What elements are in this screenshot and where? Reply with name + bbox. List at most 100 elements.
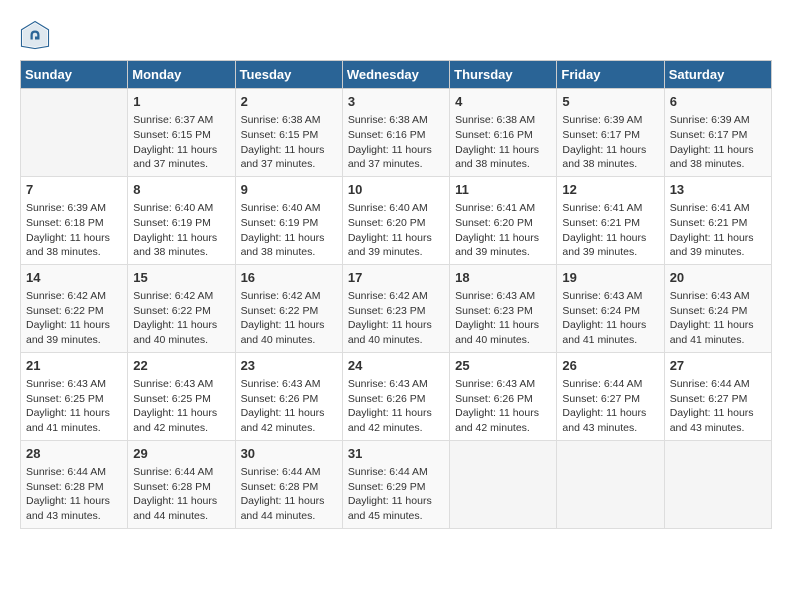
day-number: 30 [241, 445, 337, 463]
day-info: Sunrise: 6:43 AM Sunset: 6:24 PM Dayligh… [670, 289, 766, 348]
day-number: 11 [455, 181, 551, 199]
day-info: Sunrise: 6:38 AM Sunset: 6:16 PM Dayligh… [455, 113, 551, 172]
calendar-cell: 21Sunrise: 6:43 AM Sunset: 6:25 PM Dayli… [21, 352, 128, 440]
day-info: Sunrise: 6:44 AM Sunset: 6:27 PM Dayligh… [562, 377, 658, 436]
day-number: 16 [241, 269, 337, 287]
calendar-cell: 10 Sunrise: 6:40 AM Sunset: 6:20 PM Dayli… [342, 176, 449, 264]
day-info: Sunrise: 6:43 AM Sunset: 6:26 PM Dayligh… [348, 377, 444, 436]
day-info: Sunrise: 6:43 AM Sunset: 6:24 PM Dayligh… [562, 289, 658, 348]
calendar-cell: 7 Sunrise: 6:39 AM Sunset: 6:18 PM Daylig… [21, 176, 128, 264]
weekday-header: Thursday [450, 61, 557, 89]
calendar-cell: 18 Sunrise: 6:43 AM Sunset: 6:23 PM Dayli… [450, 264, 557, 352]
calendar-cell: 25Sunrise: 6:43 AM Sunset: 6:26 PM Dayli… [450, 352, 557, 440]
calendar-cell: 4 Sunrise: 6:38 AM Sunset: 6:16 PM Daylig… [450, 89, 557, 177]
day-number: 27 [670, 357, 766, 375]
day-number: 17 [348, 269, 444, 287]
day-number: 14 [26, 269, 122, 287]
calendar-cell: 6 Sunrise: 6:39 AM Sunset: 6:17 PM Daylig… [664, 89, 771, 177]
calendar-week-row: 7 Sunrise: 6:39 AM Sunset: 6:18 PM Daylig… [21, 176, 772, 264]
day-info: Sunrise: 6:39 AM Sunset: 6:17 PM Dayligh… [670, 113, 766, 172]
calendar-cell: 19 Sunrise: 6:43 AM Sunset: 6:24 PM Dayli… [557, 264, 664, 352]
weekday-header: Wednesday [342, 61, 449, 89]
calendar-week-row: 1Sunrise: 6:37 AM Sunset: 6:15 PM Daylig… [21, 89, 772, 177]
day-info: Sunrise: 6:42 AM Sunset: 6:22 PM Dayligh… [26, 289, 122, 348]
day-number: 22 [133, 357, 229, 375]
day-number: 20 [670, 269, 766, 287]
day-number: 4 [455, 93, 551, 111]
day-number: 23 [241, 357, 337, 375]
day-info: Sunrise: 6:43 AM Sunset: 6:26 PM Dayligh… [241, 377, 337, 436]
weekday-header: Friday [557, 61, 664, 89]
calendar-cell [557, 440, 664, 528]
day-info: Sunrise: 6:43 AM Sunset: 6:25 PM Dayligh… [26, 377, 122, 436]
calendar-cell: 12 Sunrise: 6:41 AM Sunset: 6:21 PM Dayli… [557, 176, 664, 264]
calendar-cell: 22 Sunrise: 6:43 AM Sunset: 6:25 PM Dayli… [128, 352, 235, 440]
calendar-cell: 23 Sunrise: 6:43 AM Sunset: 6:26 PM Dayli… [235, 352, 342, 440]
calendar-cell: 13 Sunrise: 6:41 AM Sunset: 6:21 PM Dayli… [664, 176, 771, 264]
calendar-cell: 20 Sunrise: 6:43 AM Sunset: 6:24 PM Dayli… [664, 264, 771, 352]
day-number: 7 [26, 181, 122, 199]
calendar-cell: 30 Sunrise: 6:44 AM Sunset: 6:28 PM Dayli… [235, 440, 342, 528]
day-info: Sunrise: 6:38 AM Sunset: 6:16 PM Dayligh… [348, 113, 444, 172]
day-number: 28 [26, 445, 122, 463]
calendar-cell: 28 Sunrise: 6:44 AM Sunset: 6:28 PM Dayli… [21, 440, 128, 528]
day-number: 12 [562, 181, 658, 199]
calendar-cell: 11 Sunrise: 6:41 AM Sunset: 6:20 PM Dayli… [450, 176, 557, 264]
calendar-cell: 16 Sunrise: 6:42 AM Sunset: 6:22 PM Dayli… [235, 264, 342, 352]
weekday-header: Saturday [664, 61, 771, 89]
calendar-table: SundayMondayTuesdayWednesdayThursdayFrid… [20, 60, 772, 529]
calendar-cell [450, 440, 557, 528]
calendar-cell: 2Sunrise: 6:38 AM Sunset: 6:15 PM Daylig… [235, 89, 342, 177]
calendar-cell: 3 Sunrise: 6:38 AM Sunset: 6:16 PM Daylig… [342, 89, 449, 177]
day-number: 3 [348, 93, 444, 111]
day-info: Sunrise: 6:43 AM Sunset: 6:23 PM Dayligh… [455, 289, 551, 348]
calendar-cell: 17Sunrise: 6:42 AM Sunset: 6:23 PM Dayli… [342, 264, 449, 352]
day-info: Sunrise: 6:40 AM Sunset: 6:19 PM Dayligh… [241, 201, 337, 260]
calendar-cell: 29Sunrise: 6:44 AM Sunset: 6:28 PM Dayli… [128, 440, 235, 528]
day-number: 6 [670, 93, 766, 111]
day-info: Sunrise: 6:44 AM Sunset: 6:28 PM Dayligh… [241, 465, 337, 524]
day-number: 10 [348, 181, 444, 199]
calendar-cell [664, 440, 771, 528]
calendar-week-row: 28 Sunrise: 6:44 AM Sunset: 6:28 PM Dayli… [21, 440, 772, 528]
calendar-cell [21, 89, 128, 177]
weekday-header: Tuesday [235, 61, 342, 89]
calendar-cell: 14 Sunrise: 6:42 AM Sunset: 6:22 PM Dayli… [21, 264, 128, 352]
weekday-header-row: SundayMondayTuesdayWednesdayThursdayFrid… [21, 61, 772, 89]
day-number: 8 [133, 181, 229, 199]
day-info: Sunrise: 6:41 AM Sunset: 6:21 PM Dayligh… [670, 201, 766, 260]
day-info: Sunrise: 6:39 AM Sunset: 6:18 PM Dayligh… [26, 201, 122, 260]
day-info: Sunrise: 6:42 AM Sunset: 6:22 PM Dayligh… [241, 289, 337, 348]
day-info: Sunrise: 6:41 AM Sunset: 6:20 PM Dayligh… [455, 201, 551, 260]
day-info: Sunrise: 6:37 AM Sunset: 6:15 PM Dayligh… [133, 113, 229, 172]
day-info: Sunrise: 6:44 AM Sunset: 6:29 PM Dayligh… [348, 465, 444, 524]
day-number: 5 [562, 93, 658, 111]
calendar-cell: 24 Sunrise: 6:43 AM Sunset: 6:26 PM Dayli… [342, 352, 449, 440]
day-info: Sunrise: 6:39 AM Sunset: 6:17 PM Dayligh… [562, 113, 658, 172]
day-info: Sunrise: 6:43 AM Sunset: 6:25 PM Dayligh… [133, 377, 229, 436]
calendar-cell: 5 Sunrise: 6:39 AM Sunset: 6:17 PM Daylig… [557, 89, 664, 177]
day-info: Sunrise: 6:38 AM Sunset: 6:15 PM Dayligh… [241, 113, 337, 172]
logo-icon [20, 20, 50, 50]
day-number: 29 [133, 445, 229, 463]
day-number: 15 [133, 269, 229, 287]
day-info: Sunrise: 6:42 AM Sunset: 6:22 PM Dayligh… [133, 289, 229, 348]
day-number: 13 [670, 181, 766, 199]
day-number: 9 [241, 181, 337, 199]
day-number: 24 [348, 357, 444, 375]
day-info: Sunrise: 6:44 AM Sunset: 6:28 PM Dayligh… [26, 465, 122, 524]
day-number: 19 [562, 269, 658, 287]
day-number: 31 [348, 445, 444, 463]
calendar-cell: 8 Sunrise: 6:40 AM Sunset: 6:19 PM Daylig… [128, 176, 235, 264]
day-info: Sunrise: 6:41 AM Sunset: 6:21 PM Dayligh… [562, 201, 658, 260]
day-number: 18 [455, 269, 551, 287]
calendar-cell: 26Sunrise: 6:44 AM Sunset: 6:27 PM Dayli… [557, 352, 664, 440]
calendar-cell: 1Sunrise: 6:37 AM Sunset: 6:15 PM Daylig… [128, 89, 235, 177]
calendar-cell: 31 Sunrise: 6:44 AM Sunset: 6:29 PM Dayli… [342, 440, 449, 528]
day-info: Sunrise: 6:40 AM Sunset: 6:19 PM Dayligh… [133, 201, 229, 260]
weekday-header: Sunday [21, 61, 128, 89]
weekday-header: Monday [128, 61, 235, 89]
day-info: Sunrise: 6:40 AM Sunset: 6:20 PM Dayligh… [348, 201, 444, 260]
day-info: Sunrise: 6:43 AM Sunset: 6:26 PM Dayligh… [455, 377, 551, 436]
day-info: Sunrise: 6:44 AM Sunset: 6:27 PM Dayligh… [670, 377, 766, 436]
